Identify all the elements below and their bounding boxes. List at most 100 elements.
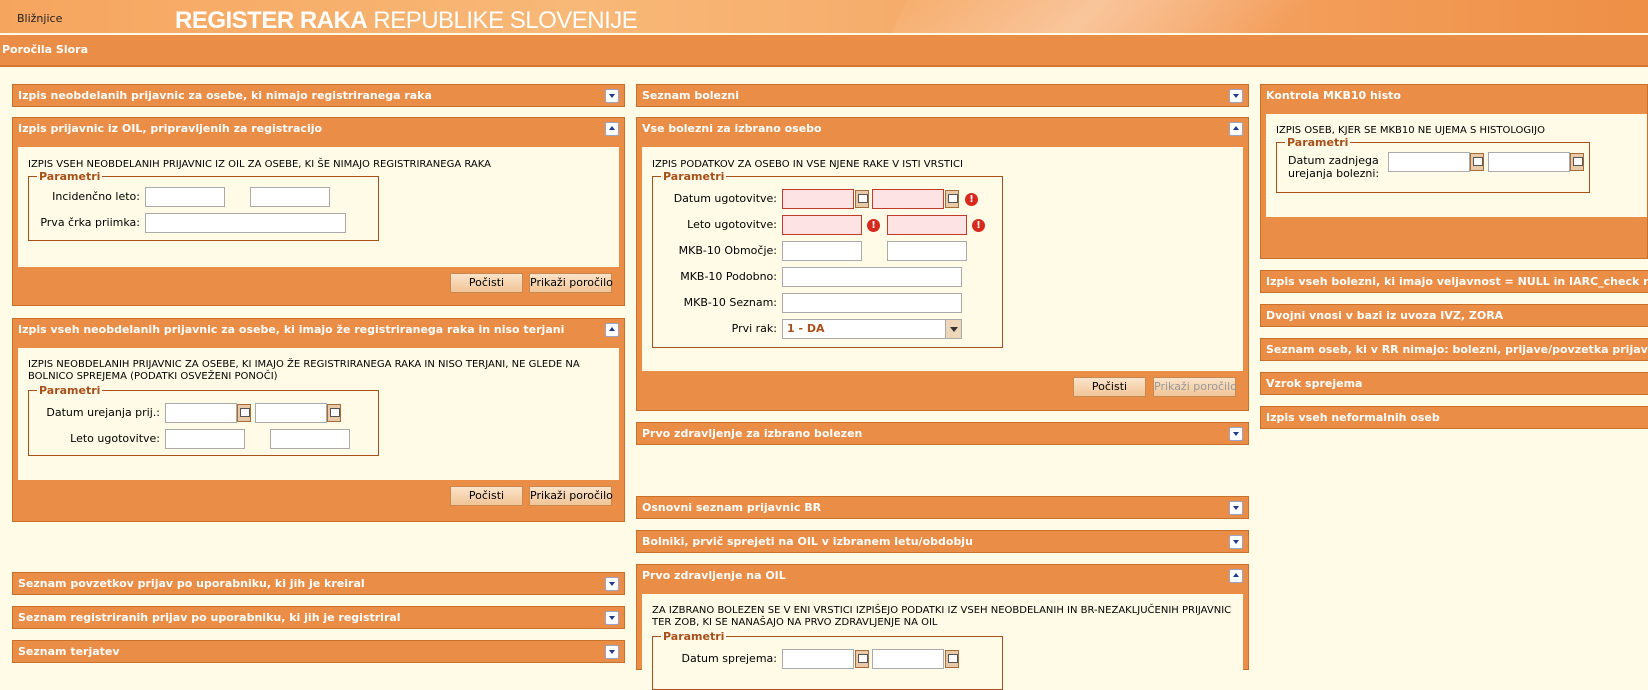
incidence-year-to-input[interactable] <box>250 187 330 207</box>
panel-basic-br-list: Osnovni seznam prijavnic BR <box>636 496 1249 519</box>
panel-body: IZPIS NEOBDELANIH PRIJAVNIC ZA OSEBE, KI… <box>18 348 619 480</box>
diagnosis-date-label: Datum ugotovitve: <box>673 192 777 205</box>
panel-title: Seznam terjatev <box>18 645 120 658</box>
panel-title: Izpis vseh bolezni, ki imajo veljavnost … <box>1266 275 1648 288</box>
panel-null-validity: Izpis vseh bolezni, ki imajo veljavnost … <box>1260 270 1648 293</box>
clear-button[interactable]: Počisti <box>1073 377 1146 397</box>
panel-title: Vzrok sprejema <box>1266 377 1363 390</box>
expand-icon[interactable] <box>605 611 619 625</box>
calendar-icon[interactable] <box>945 190 959 208</box>
first-cancer-label: Prvi rak: <box>731 322 777 335</box>
panel-body: ZA IZBRANO BOLEZEN SE V ENI VRSTICI IZPI… <box>642 594 1243 690</box>
app-title-bold: REGISTER RAKA <box>175 7 368 34</box>
diagnosis-year-label: Leto ugotovitve: <box>687 218 777 231</box>
diagnosis-date-to-input[interactable] <box>872 189 944 209</box>
show-report-button[interactable]: Prikaži poročilo <box>529 486 613 506</box>
panel-summaries-by-user: Seznam povzetkov prijav po uporabniku, k… <box>12 572 625 595</box>
diagnosis-year-label: Leto ugotovitve: <box>70 432 160 445</box>
diagnosis-year-from-input[interactable] <box>782 215 862 235</box>
calendar-icon[interactable] <box>1470 153 1484 171</box>
incidence-year-label: Incidenčno leto: <box>52 190 140 203</box>
calendar-icon[interactable] <box>945 650 959 668</box>
clear-button[interactable]: Počisti <box>450 486 523 506</box>
parameters-legend: Parametri <box>663 170 725 183</box>
expand-icon[interactable] <box>1229 535 1243 549</box>
surname-letter-label: Prva črka priimka: <box>40 216 140 229</box>
last-edit-from-input[interactable] <box>1388 152 1470 172</box>
edit-date-label: Datum urejanja prij.: <box>46 406 160 419</box>
shortcuts-menu[interactable]: Bližnjice <box>17 12 62 25</box>
panel-mkb10-histo-check: Kontrola MKB10 histo IZPIS OSEB, KJER SE… <box>1260 84 1648 259</box>
panel-persons-missing-data: Seznam oseb, ki v RR nimajo: bolezni, pr… <box>1260 338 1648 361</box>
expand-icon[interactable] <box>1229 89 1243 103</box>
last-edit-label-line: urejanja bolezni: <box>1288 167 1380 180</box>
collapse-icon[interactable] <box>1229 122 1243 136</box>
panel-title: Prvo zdravljenje na OIL <box>642 569 786 582</box>
header-decoration <box>879 0 1341 33</box>
panel-title: Izpis vseh neformalnih oseb <box>1266 411 1440 424</box>
edit-date-to-input[interactable] <box>255 403 327 423</box>
mkb-area-from-input[interactable] <box>782 241 862 261</box>
panel-title: Izpis prijavnic iz OIL, pripravljenih za… <box>18 122 323 135</box>
panel-claims-list: Seznam terjatev <box>12 640 625 663</box>
last-edit-to-input[interactable] <box>1488 152 1570 172</box>
panel-title: Dvojni vnosi v bazi iz uvoza IVZ, ZORA <box>1266 309 1504 322</box>
diagnosis-year-to-input[interactable] <box>887 215 967 235</box>
description-line: ZA IZBRANO BOLEZEN SE V ENI VRSTICI IZPI… <box>652 605 1232 616</box>
mkb-list-input[interactable] <box>782 293 962 313</box>
panel-disease-list: Seznam bolezni <box>636 84 1249 107</box>
edit-date-from-input[interactable] <box>165 403 237 423</box>
calendar-icon[interactable] <box>855 190 869 208</box>
incidence-year-from-input[interactable] <box>145 187 225 207</box>
surname-letter-input[interactable] <box>145 213 346 233</box>
calendar-icon[interactable] <box>237 404 251 422</box>
calendar-icon[interactable] <box>855 650 869 668</box>
show-report-button[interactable]: Prikaži poročilo <box>529 273 613 293</box>
calendar-icon[interactable] <box>1570 153 1584 171</box>
diagnosis-date-from-input[interactable] <box>782 189 854 209</box>
last-edit-label-line: Datum zadnjega <box>1288 154 1379 167</box>
chevron-down-icon[interactable] <box>945 320 961 338</box>
panel-title: Kontrola MKB10 histo <box>1266 89 1401 102</box>
expand-icon[interactable] <box>1229 501 1243 515</box>
panel-body: IZPIS VSEH NEOBDELANIH PRIJAVNIC IZ OIL … <box>18 147 619 267</box>
expand-icon[interactable] <box>605 577 619 591</box>
admission-date-from-input[interactable] <box>782 649 854 669</box>
expand-icon[interactable] <box>1229 427 1243 441</box>
panel-title: Izpis vseh neobdelanih prijavnic za oseb… <box>18 323 565 336</box>
panel-patients-first-admitted: Bolniki, prvič sprejeti na OIL v izbrane… <box>636 530 1249 553</box>
panel-description: IZPIS NEOBDELANIH PRIJAVNIC ZA OSEBE, KI… <box>28 359 580 383</box>
panel-first-treatment-oil: Prvo zdravljenje na OIL ZA IZBRANO BOLEZ… <box>636 564 1249 690</box>
panel-title: Seznam registriranih prijav po uporabnik… <box>18 611 401 624</box>
first-cancer-select[interactable]: 1 - DA <box>782 319 962 339</box>
parameters-legend: Parametri <box>39 170 101 183</box>
panel-unprocessed-no-cancer: Izpis neobdelanih prijavnic za osebe, ki… <box>12 84 625 107</box>
panel-title: Vse bolezni za izbrano osebo <box>642 122 822 135</box>
diagnosis-year-to-input[interactable] <box>270 429 350 449</box>
mkb-area-to-input[interactable] <box>887 241 967 261</box>
expand-icon[interactable] <box>605 89 619 103</box>
report-bar: Poročila Slora <box>0 35 1648 67</box>
collapse-icon[interactable] <box>1229 569 1243 583</box>
expand-icon[interactable] <box>605 645 619 659</box>
description-line: TER ZOB, KI SE NANAŠAJO NA PRVO ZDRAVLJE… <box>652 617 938 628</box>
panel-unprocessed-with-cancer: Izpis vseh neobdelanih prijavnic za oseb… <box>12 318 625 522</box>
parameters-legend: Parametri <box>1287 136 1349 149</box>
clear-button[interactable]: Počisti <box>450 273 523 293</box>
collapse-icon[interactable] <box>605 122 619 136</box>
mkb-similar-label: MKB-10 Podobno: <box>680 270 777 283</box>
collapse-icon[interactable] <box>605 323 619 337</box>
panel-diseases-for-person: Vse bolezni za izbrano osebo IZPIS PODAT… <box>636 117 1249 411</box>
error-icon: ! <box>965 193 978 206</box>
panel-admission-reason: Vzrok sprejema <box>1260 372 1648 395</box>
error-icon: ! <box>972 219 985 232</box>
parameters-legend: Parametri <box>39 384 101 397</box>
panel-oil-for-registration: Izpis prijavnic iz OIL, pripravljenih za… <box>12 117 625 306</box>
panel-informal-persons: Izpis vseh neformalnih oseb <box>1260 406 1648 429</box>
show-report-button[interactable]: Prikaži poročilo <box>1153 377 1237 397</box>
admission-date-to-input[interactable] <box>872 649 944 669</box>
calendar-icon[interactable] <box>327 404 341 422</box>
mkb-similar-input[interactable] <box>782 267 962 287</box>
diagnosis-year-from-input[interactable] <box>165 429 245 449</box>
error-icon: ! <box>867 219 880 232</box>
